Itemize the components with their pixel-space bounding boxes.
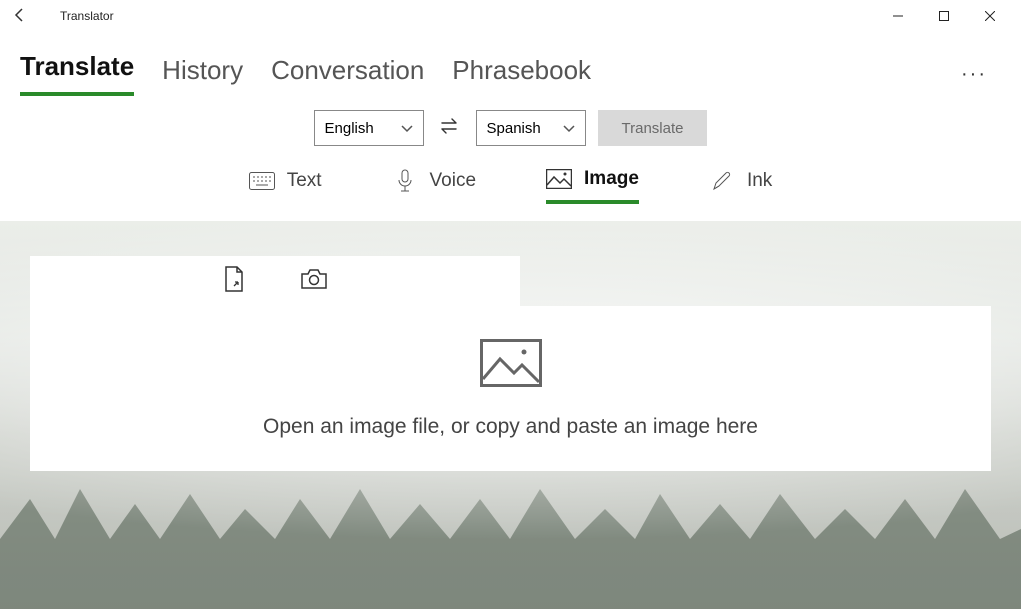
file-icon: [223, 266, 245, 292]
camera-button[interactable]: [301, 268, 327, 295]
camera-icon: [301, 268, 327, 290]
mode-image[interactable]: Image: [546, 168, 639, 204]
main-tabs: Translate History Conversation Phraseboo…: [0, 32, 1021, 96]
image-source-tabs: [30, 256, 520, 306]
tab-phrasebook[interactable]: Phrasebook: [452, 55, 591, 96]
pen-icon: [709, 170, 735, 192]
chevron-down-icon: [401, 120, 413, 137]
tab-conversation[interactable]: Conversation: [271, 55, 424, 96]
controls-area: English Spanish Translate Text: [0, 96, 1021, 221]
mode-ink-label: Ink: [747, 170, 772, 192]
tab-translate[interactable]: Translate: [20, 51, 134, 96]
titlebar: Translator: [0, 0, 1021, 32]
to-language-label: Spanish: [487, 120, 541, 137]
close-button[interactable]: [967, 0, 1013, 32]
from-language-select[interactable]: English: [314, 110, 424, 146]
minimize-button[interactable]: [875, 0, 921, 32]
mode-voice-label: Voice: [430, 170, 476, 192]
to-language-select[interactable]: Spanish: [476, 110, 586, 146]
maximize-button[interactable]: [921, 0, 967, 32]
mode-voice[interactable]: Voice: [392, 170, 476, 202]
mode-text-label: Text: [287, 170, 322, 192]
back-button[interactable]: [8, 7, 32, 26]
window-title: Translator: [60, 9, 114, 23]
chevron-down-icon: [563, 120, 575, 137]
image-drop-prompt: Open an image file, or copy and paste an…: [263, 415, 758, 439]
more-button[interactable]: ···: [961, 63, 1001, 96]
swap-languages-button[interactable]: [436, 118, 464, 139]
image-placeholder-icon: [480, 339, 542, 387]
mode-ink[interactable]: Ink: [709, 170, 772, 202]
image-icon: [546, 168, 572, 190]
open-file-button[interactable]: [223, 266, 245, 297]
mode-text[interactable]: Text: [249, 170, 322, 202]
microphone-icon: [392, 170, 418, 192]
mode-image-label: Image: [584, 168, 639, 190]
translate-button[interactable]: Translate: [598, 110, 708, 146]
tab-history[interactable]: History: [162, 55, 243, 96]
from-language-label: English: [325, 120, 374, 137]
keyboard-icon: [249, 170, 275, 192]
content-area: Open an image file, or copy and paste an…: [0, 221, 1021, 609]
image-drop-panel[interactable]: Open an image file, or copy and paste an…: [30, 306, 991, 471]
translate-button-label: Translate: [622, 120, 684, 137]
